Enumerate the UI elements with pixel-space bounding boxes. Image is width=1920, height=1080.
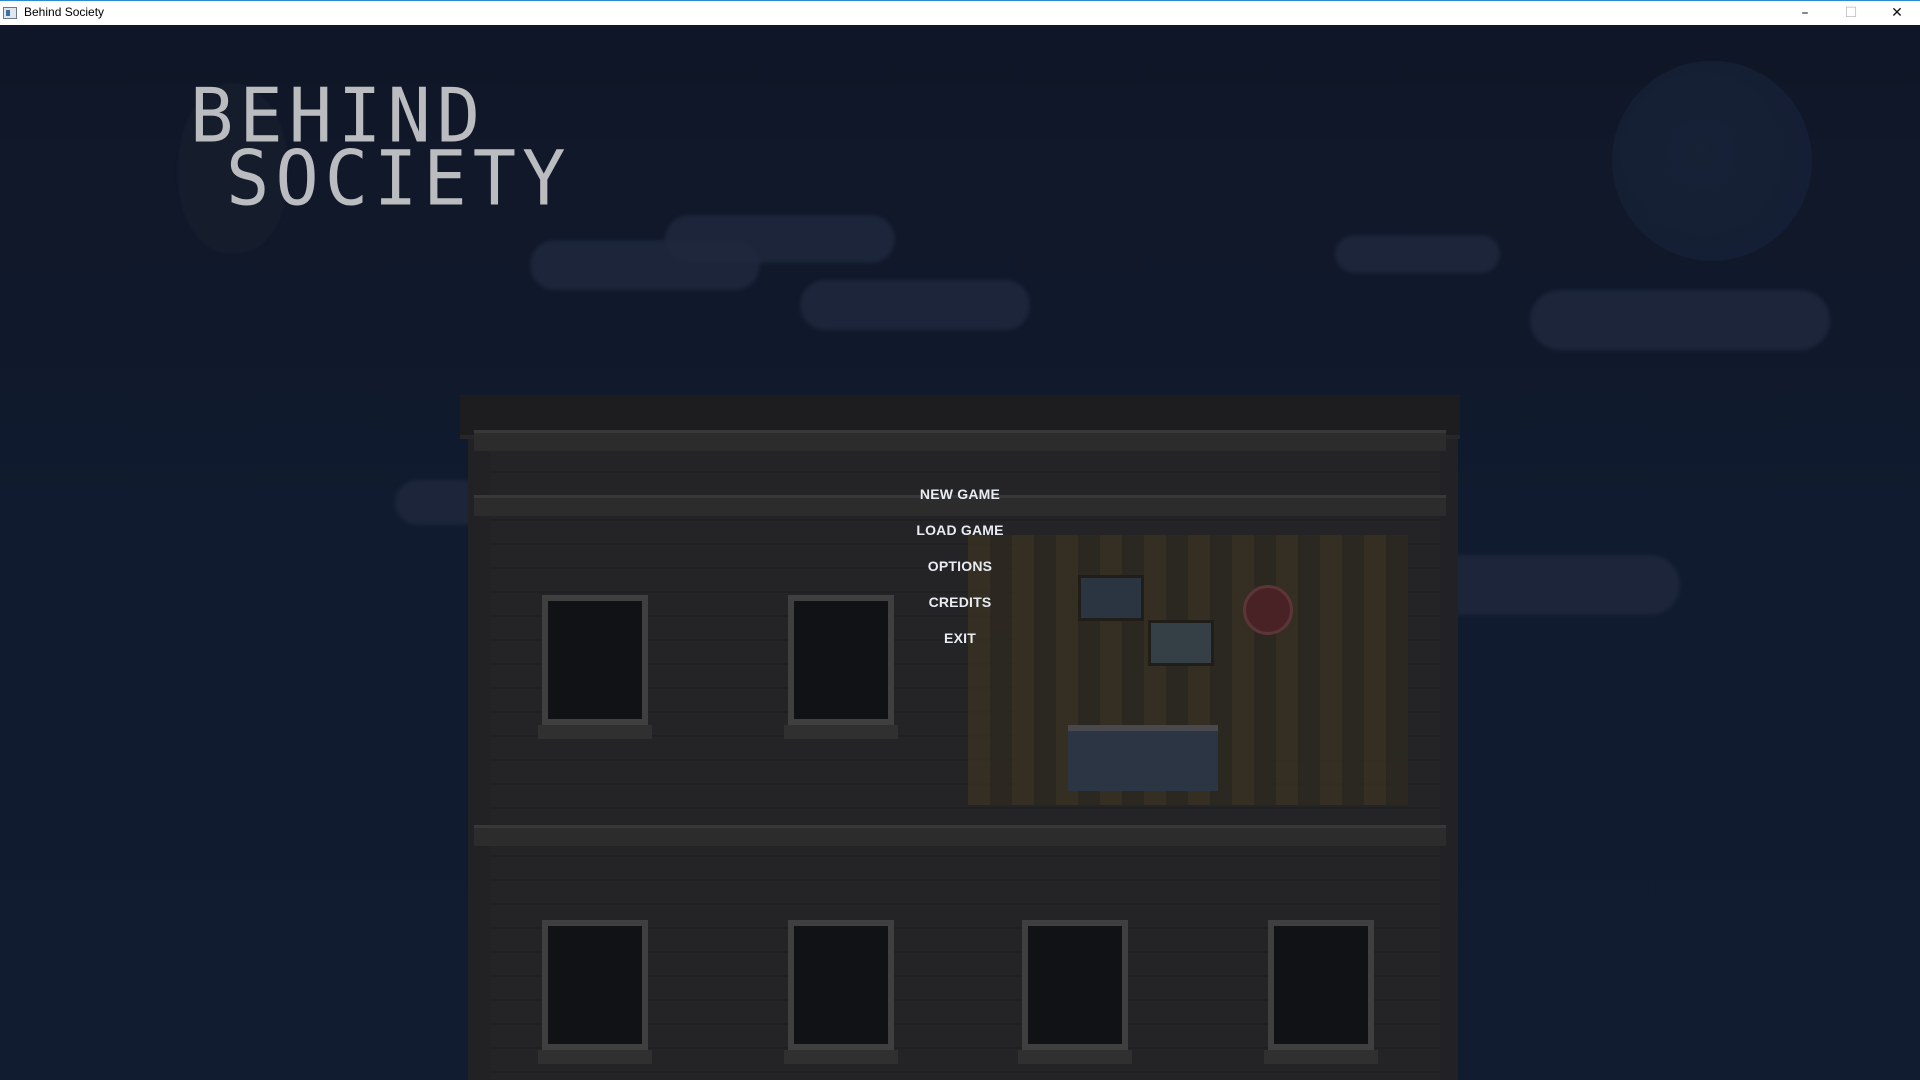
- minimize-button[interactable]: –: [1782, 1, 1828, 25]
- menu-options[interactable]: OPTIONS: [860, 558, 1060, 574]
- menu-credits[interactable]: CREDITS: [860, 594, 1060, 610]
- window-title: Behind Society: [24, 5, 105, 19]
- maximize-icon: ☐: [1844, 5, 1858, 21]
- minimize-icon: –: [1801, 5, 1809, 21]
- close-icon: ✕: [1891, 5, 1903, 21]
- menu-exit[interactable]: EXIT: [860, 630, 1060, 646]
- menu-new-game[interactable]: NEW GAME: [860, 486, 1060, 502]
- app-icon: [3, 7, 17, 19]
- maximize-button[interactable]: ☐: [1828, 1, 1874, 25]
- close-button[interactable]: ✕: [1874, 1, 1920, 25]
- main-menu: NEW GAME LOAD GAME OPTIONS CREDITS EXIT: [0, 25, 1920, 1080]
- menu-load-game[interactable]: LOAD GAME: [860, 522, 1060, 538]
- window-titlebar: Behind Society – ☐ ✕: [0, 0, 1920, 25]
